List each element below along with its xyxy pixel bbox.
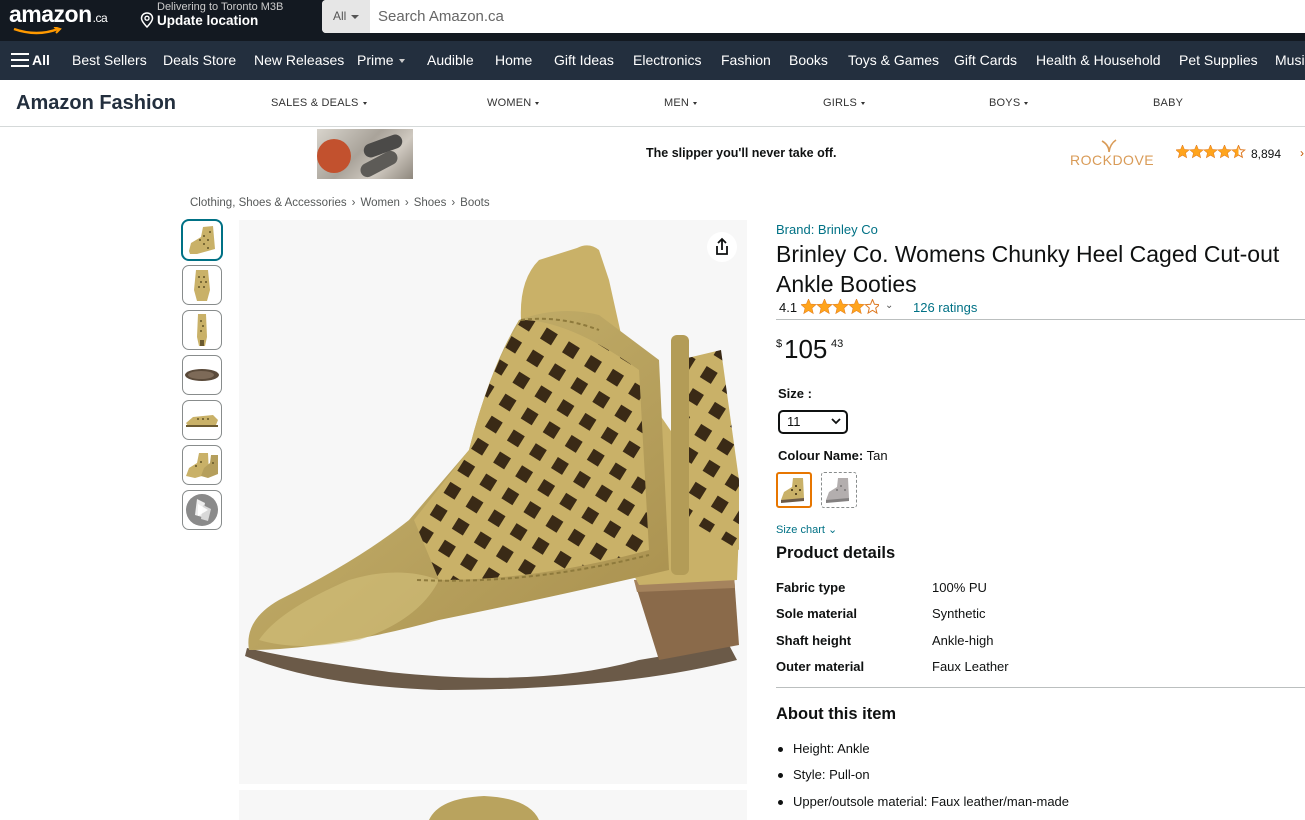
divider bbox=[776, 687, 1305, 688]
amazon-logo[interactable]: amazon.ca bbox=[9, 1, 108, 28]
chevron-down-icon bbox=[831, 418, 841, 425]
product-title: Brinley Co. Womens Chunky Heel Caged Cut… bbox=[776, 241, 1280, 297]
thumbnail-2[interactable] bbox=[182, 265, 222, 305]
rating-summary[interactable]: 4.1 ⌄ 126 ratings bbox=[779, 299, 977, 315]
hamburger-icon bbox=[11, 53, 29, 67]
chevron-down-icon: ⌄ bbox=[827, 524, 838, 536]
nav-item-music[interactable]: Music bbox=[1275, 41, 1305, 80]
secondary-product-image[interactable] bbox=[239, 790, 747, 820]
top-bar: amazon.ca Delivering to Toronto M3B Upda… bbox=[0, 0, 1305, 41]
subnav-women[interactable]: WOMEN bbox=[487, 97, 540, 109]
nav-item-gift-ideas[interactable]: Gift Ideas bbox=[554, 41, 614, 80]
colour-swatch-tan[interactable] bbox=[776, 472, 812, 508]
nav-item-electronics[interactable]: Electronics bbox=[633, 41, 701, 80]
search-input[interactable] bbox=[378, 0, 1278, 33]
breadcrumb: Clothing, Shoes & Accessories › Women › Shoe… bbox=[190, 197, 490, 209]
ad-slipper-image[interactable] bbox=[317, 129, 413, 179]
breadcrumb-item[interactable]: Shoes bbox=[414, 197, 447, 209]
breadcrumb-item[interactable]: Boots bbox=[460, 197, 489, 209]
star-fill bbox=[849, 299, 864, 314]
breadcrumb-item[interactable]: Clothing, Shoes & Accessories bbox=[190, 197, 347, 209]
rating-stars[interactable] bbox=[801, 299, 879, 316]
nav-item-home[interactable]: Home bbox=[495, 41, 532, 80]
colour-label: Colour Name: Tan bbox=[778, 448, 888, 463]
caret-down-icon bbox=[535, 101, 540, 105]
star-fill bbox=[817, 299, 832, 314]
main-nav: All Best Sellers Deals Store New Release… bbox=[0, 41, 1305, 80]
colour-value: Tan bbox=[866, 448, 888, 463]
share-button[interactable] bbox=[707, 232, 737, 262]
caret-down-icon bbox=[861, 101, 866, 105]
thumbnail-video[interactable] bbox=[182, 490, 222, 530]
subnav-girls[interactable]: GIRLS bbox=[823, 97, 866, 109]
share-icon bbox=[716, 237, 728, 255]
deliver-line1: Delivering to Toronto M3B bbox=[157, 1, 284, 13]
caret-down-icon bbox=[362, 101, 367, 105]
nav-item-deals-store[interactable]: Deals Store bbox=[163, 41, 236, 80]
star-fill bbox=[801, 299, 816, 314]
product-details-heading: Product details bbox=[776, 544, 896, 562]
thumbnail-3[interactable] bbox=[182, 310, 222, 350]
main-product-image[interactable] bbox=[239, 220, 747, 784]
subnav-baby[interactable]: BABY bbox=[1153, 97, 1183, 109]
brand-link[interactable]: Brand: Brinley Co bbox=[776, 222, 878, 237]
caret-down-icon bbox=[351, 14, 360, 19]
subnav-men[interactable]: MEN bbox=[664, 97, 698, 109]
divider bbox=[776, 319, 1305, 320]
nav-item-prime[interactable]: Prime bbox=[357, 41, 405, 80]
caret-down-icon bbox=[693, 101, 698, 105]
size-select[interactable]: 11 bbox=[778, 410, 848, 434]
thumbnail-5[interactable] bbox=[182, 400, 222, 440]
caret-down-icon bbox=[398, 59, 405, 64]
ad-rating-stars bbox=[1176, 145, 1246, 159]
nav-item-best-sellers[interactable]: Best Sellers bbox=[72, 41, 147, 80]
nav-item-gift-cards[interactable]: Gift Cards bbox=[954, 41, 1017, 80]
all-menu-button[interactable]: All bbox=[11, 41, 50, 80]
ad-tagline[interactable]: The slipper you'll never take off. bbox=[646, 146, 837, 160]
size-chart-link[interactable]: Size chart ⌄ bbox=[776, 523, 837, 536]
breadcrumb-item[interactable]: Women bbox=[360, 197, 399, 209]
about-bullet: Style: Pull-on bbox=[778, 767, 870, 782]
amazon-fashion-brand[interactable]: Amazon Fashion bbox=[16, 92, 176, 115]
rockdove-bird-icon bbox=[1101, 139, 1117, 153]
nav-item-new-releases[interactable]: New Releases bbox=[254, 41, 344, 80]
size-label: Size : bbox=[778, 386, 812, 401]
fashion-subnav: Amazon Fashion SALES & DEALS WOMEN MEN G… bbox=[0, 80, 1305, 127]
location-pin-icon bbox=[140, 12, 154, 28]
nav-item-books[interactable]: Books bbox=[789, 41, 828, 80]
thumbnail-1[interactable] bbox=[182, 220, 222, 260]
star-fill bbox=[833, 299, 848, 314]
thumbnail-6[interactable] bbox=[182, 445, 222, 485]
about-heading: About this item bbox=[776, 705, 897, 723]
search-bar: All bbox=[322, 0, 1305, 33]
search-category-dropdown[interactable]: All bbox=[322, 0, 370, 33]
colour-swatch-grey[interactable] bbox=[821, 472, 857, 508]
smile-logo-icon bbox=[13, 27, 62, 35]
about-bullet: Upper/outsole material: Faux leather/man… bbox=[778, 794, 1069, 809]
update-location-link[interactable]: Update location bbox=[157, 13, 258, 28]
ratings-count-link[interactable]: 126 ratings bbox=[913, 300, 977, 315]
star-icon bbox=[864, 299, 879, 315]
caret-down-icon bbox=[1024, 101, 1029, 105]
thumbnail-4[interactable] bbox=[182, 355, 222, 395]
ad-more-icon: › bbox=[1300, 146, 1304, 160]
ad-rating-count[interactable]: 8,894 bbox=[1251, 147, 1281, 161]
rating-value: 4.1 bbox=[779, 300, 798, 315]
chevron-down-icon[interactable]: ⌄ bbox=[885, 300, 893, 311]
nav-item-fashion[interactable]: Fashion bbox=[721, 41, 771, 80]
subnav-boys[interactable]: BOYS bbox=[989, 97, 1029, 109]
nav-item-pet-supplies[interactable]: Pet Supplies bbox=[1179, 41, 1258, 80]
nav-item-health-household[interactable]: Health & Household bbox=[1036, 41, 1161, 80]
nav-item-audible[interactable]: Audible bbox=[427, 41, 474, 80]
breadcrumb-separator-icon: › bbox=[404, 197, 409, 209]
nav-item-toys-games[interactable]: Toys & Games bbox=[848, 41, 939, 80]
boot-image bbox=[245, 245, 739, 690]
ad-brand-logo[interactable]: ROCKDOVE bbox=[1070, 152, 1154, 168]
breadcrumb-separator-icon: › bbox=[451, 197, 456, 209]
breadcrumb-separator-icon: › bbox=[351, 197, 356, 209]
about-bullet: Height: Ankle bbox=[778, 741, 870, 756]
subnav-sales-deals[interactable]: SALES & DEALS bbox=[271, 97, 367, 109]
